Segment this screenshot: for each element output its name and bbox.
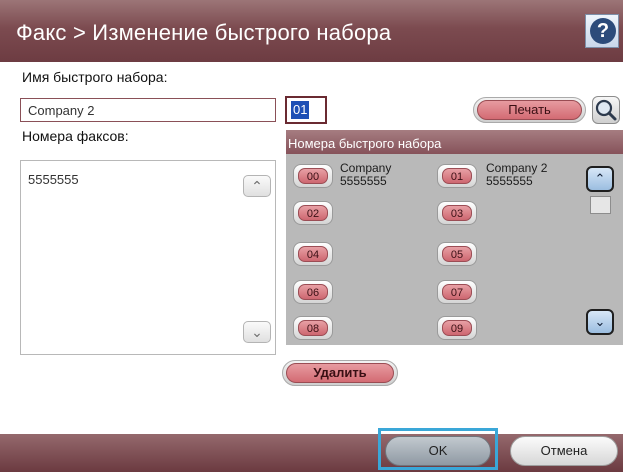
speed-dial-code: 06 xyxy=(298,284,328,300)
speed-dial-slot-03[interactable]: 03 xyxy=(437,201,477,225)
speed-dial-number-value: 01 xyxy=(291,101,310,119)
chevron-down-icon: ⌄ xyxy=(251,324,263,340)
speed-dial-slot-04[interactable]: 04 xyxy=(293,242,333,266)
page-title: Факс > Изменение быстрого набора xyxy=(16,20,392,45)
speed-dial-code: 00 xyxy=(298,168,328,184)
print-button[interactable]: Печать xyxy=(477,100,582,120)
speed-dial-code: 05 xyxy=(442,246,472,262)
speed-dial-code: 02 xyxy=(298,205,328,221)
chevron-up-icon: ⌃ xyxy=(251,178,263,194)
fax-numbers-list[interactable]: 5555555 ⌃ ⌄ xyxy=(20,160,276,355)
ok-button[interactable]: OK xyxy=(385,436,491,466)
speed-dial-slot-00[interactable]: 00 xyxy=(293,164,333,188)
help-button[interactable]: ? xyxy=(585,14,619,48)
list-item[interactable]: 5555555 xyxy=(28,172,79,187)
speed-dial-code: 09 xyxy=(442,320,472,336)
speed-dial-entry-number: 5555555 xyxy=(486,174,533,188)
search-button[interactable] xyxy=(592,96,620,124)
speed-dial-slot-01[interactable]: 01 xyxy=(437,164,477,188)
list-scroll-down-button[interactable]: ⌄ xyxy=(243,321,271,343)
speed-dial-scroll-up-button[interactable]: ⌃ xyxy=(586,166,614,192)
speed-dial-code: 08 xyxy=(298,320,328,336)
speed-dial-code: 07 xyxy=(442,284,472,300)
speed-dial-code: 03 xyxy=(442,205,472,221)
speed-dial-name-label: Имя быстрого набора: xyxy=(22,69,168,85)
speed-dial-slot-09[interactable]: 09 xyxy=(437,316,477,340)
speed-dial-slot-02[interactable]: 02 xyxy=(293,201,333,225)
list-scroll-up-button[interactable]: ⌃ xyxy=(243,175,271,197)
speed-dial-slot-06[interactable]: 06 xyxy=(293,280,333,304)
chevron-up-icon: ⌃ xyxy=(594,171,606,186)
speed-dial-name-input[interactable]: Company 2 xyxy=(20,98,276,122)
speed-dial-scroll-down-button[interactable]: ⌄ xyxy=(586,309,614,335)
speed-dial-panel xyxy=(286,130,623,345)
speed-dial-slot-05[interactable]: 05 xyxy=(437,242,477,266)
speed-dial-code: 01 xyxy=(442,168,472,184)
speed-dial-entry-number: 5555555 xyxy=(340,174,387,188)
cancel-button[interactable]: Отмена xyxy=(510,436,618,466)
fax-numbers-label: Номера факсов: xyxy=(22,128,129,144)
delete-button[interactable]: Удалить xyxy=(286,363,394,383)
magnifier-icon xyxy=(595,99,617,121)
speed-dial-number-input[interactable]: 01 xyxy=(285,96,327,124)
help-question-icon: ? xyxy=(590,18,616,44)
chevron-down-icon: ⌄ xyxy=(594,314,606,329)
speed-dial-slot-07[interactable]: 07 xyxy=(437,280,477,304)
speed-dial-header: Номера быстрого набора xyxy=(286,130,623,154)
speed-dial-slot-08[interactable]: 08 xyxy=(293,316,333,340)
speed-dial-scroll-thumb[interactable] xyxy=(590,196,611,214)
speed-dial-code: 04 xyxy=(298,246,328,262)
